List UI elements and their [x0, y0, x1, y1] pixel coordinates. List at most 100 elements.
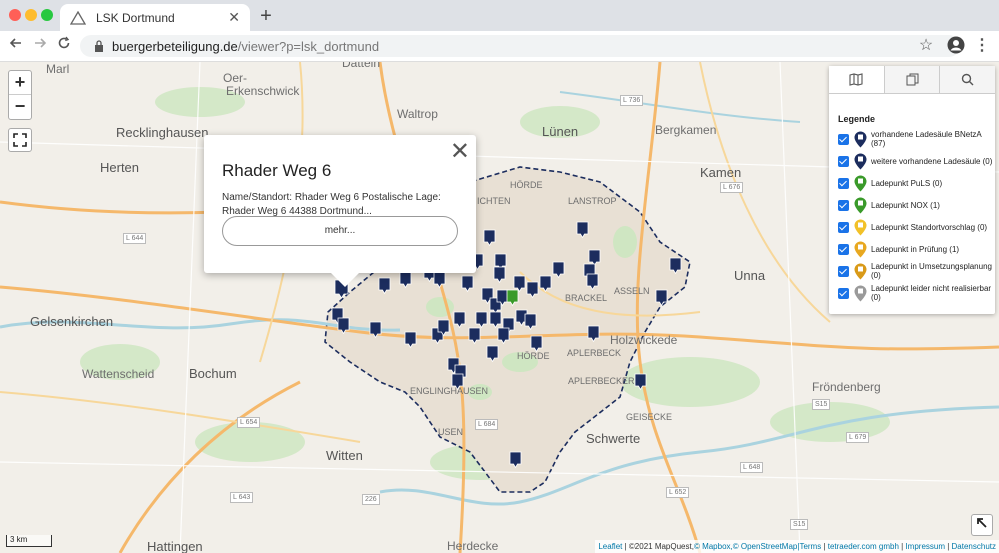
- popup-title: Rhader Weg 6: [222, 161, 332, 180]
- place-englinghausen: ENGLINGHAUSEN: [410, 386, 489, 396]
- marker-popup: ✕ Rhader Weg 6 Name/Standort: Rhader Weg…: [204, 135, 476, 287]
- place-kamen: Kamen: [700, 165, 742, 180]
- fullscreen-icon: [13, 133, 27, 147]
- tab-bar: LSK Dortmund ✕ +: [0, 0, 999, 31]
- place-wattenscheid: Wattenscheid: [82, 367, 155, 381]
- map-canvas[interactable]: Marl Datteln Oer- Erkenschwick Waltrop R…: [0, 62, 999, 553]
- legend-item[interactable]: Ladepunkt Standortvorschlag (0): [838, 218, 995, 236]
- browser-menu-icon[interactable]: ⋮: [972, 36, 992, 56]
- back-button[interactable]: [6, 36, 26, 56]
- place-hattingen: Hattingen: [147, 539, 203, 553]
- place-herdecke: Herdecke: [447, 539, 499, 553]
- legend-item[interactable]: vorhandene Ladesäule BNetzA (87): [838, 130, 995, 148]
- place-unna: Unna: [734, 268, 766, 283]
- charging-pin-icon: [854, 131, 867, 147]
- place-aplerbecker: APLERBECKER: [568, 376, 635, 386]
- place-aplerbeck: APLERBECK: [567, 348, 622, 358]
- popup-close-icon[interactable]: ✕: [450, 137, 470, 166]
- forward-button[interactable]: [30, 36, 50, 56]
- datenschutz-link[interactable]: Datenschutz: [952, 542, 996, 551]
- attribution-copy: | ©2021 MapQuest,: [622, 542, 694, 551]
- forward-arrow-icon: [35, 38, 47, 48]
- map-icon: [849, 73, 863, 86]
- place-gelsenkirchen: Gelsenkirchen: [30, 314, 114, 329]
- minimize-window-button[interactable]: [25, 9, 37, 21]
- road-label: L 676: [720, 182, 744, 193]
- place-schwerte: Schwerte: [586, 431, 641, 446]
- zoom-control: + −: [8, 70, 32, 120]
- legend-checkbox[interactable]: [838, 287, 849, 299]
- profile-avatar-icon[interactable]: [946, 36, 966, 56]
- tetraeder-link[interactable]: tetraeder.com gmbh: [828, 542, 899, 551]
- zoom-in-button[interactable]: +: [9, 71, 31, 95]
- url-field[interactable]: buergerbeteiligung.de/viewer?p=lsk_dortm…: [80, 35, 960, 57]
- road-label: L 643: [230, 492, 254, 503]
- legend-label: Ladepunkt PuLS (0): [871, 178, 943, 188]
- tab-search[interactable]: [940, 66, 996, 93]
- legend-item[interactable]: Ladepunkt PuLS (0): [838, 174, 995, 192]
- mapbox-link[interactable]: © Mapbox,: [694, 542, 733, 551]
- tab-layers[interactable]: [884, 66, 941, 93]
- legend-label: Ladepunkt Standortvorschlag (0): [871, 222, 988, 232]
- browser-tab[interactable]: LSK Dortmund ✕: [60, 4, 250, 31]
- legend-item[interactable]: Ladepunkt NOX (1): [838, 196, 995, 214]
- osm-link[interactable]: © OpenStreetMap: [733, 542, 798, 551]
- legend-item[interactable]: weitere vorhandene Ladesäule (0): [838, 152, 995, 170]
- place-marl: Marl: [46, 62, 70, 76]
- place-lichten: ICHTEN: [477, 196, 511, 206]
- legend-checkbox[interactable]: [838, 133, 849, 145]
- legend-checkbox[interactable]: [838, 265, 849, 277]
- legend-checkbox[interactable]: [838, 155, 849, 167]
- impressum-link[interactable]: Impressum: [905, 542, 945, 551]
- place-bochum: Bochum: [189, 366, 237, 381]
- road-label: L 684: [475, 419, 499, 430]
- charging-pin-icon: [854, 241, 867, 257]
- fullscreen-button[interactable]: [8, 128, 32, 152]
- road-label: S15: [790, 519, 809, 530]
- legend-label: Ladepunkt leider nicht realisierbar (0): [871, 284, 992, 302]
- url-host: buergerbeteiligung.de: [112, 38, 238, 54]
- address-bar: buergerbeteiligung.de/viewer?p=lsk_dortm…: [0, 31, 999, 62]
- tab-legend[interactable]: [829, 66, 885, 93]
- browser-chrome: LSK Dortmund ✕ + buergerbeteiligung.de/v…: [0, 0, 999, 62]
- zoom-out-button[interactable]: −: [9, 95, 31, 119]
- more-button[interactable]: mehr...: [222, 216, 458, 246]
- road-label: L 644: [123, 233, 147, 244]
- reload-button[interactable]: [54, 36, 74, 56]
- place-holzwickede: Holzwickede: [610, 333, 678, 347]
- charging-pin-icon: [854, 197, 867, 213]
- legend-item[interactable]: Ladepunkt leider nicht realisierbar (0): [838, 284, 995, 302]
- place-lunen: Lünen: [542, 124, 579, 139]
- leaflet-link[interactable]: Leaflet: [598, 542, 622, 551]
- terms-link[interactable]: |Terms: [797, 542, 821, 551]
- place-oer: Oer-: [223, 71, 247, 85]
- tab-title: LSK Dortmund: [96, 10, 175, 25]
- road-label: 226: [362, 494, 380, 505]
- place-recklinghausen: Recklinghausen: [116, 125, 209, 140]
- charging-pin-icon: [854, 263, 867, 279]
- close-window-button[interactable]: [9, 9, 21, 21]
- legend-checkbox[interactable]: [838, 177, 849, 189]
- search-icon: [961, 73, 974, 86]
- road-label: L 654: [237, 417, 261, 428]
- tab-close-icon[interactable]: ✕: [228, 9, 240, 26]
- collapse-panel-button[interactable]: [971, 514, 993, 536]
- legend-item[interactable]: Ladepunkt in Prüfung (1): [838, 240, 995, 258]
- bookmark-star-icon[interactable]: ☆: [916, 36, 936, 56]
- place-horde-south: HÖRDE: [517, 351, 550, 361]
- legend-checkbox[interactable]: [838, 221, 849, 233]
- place-husen: USEN: [438, 427, 464, 437]
- charging-pin-icon: [854, 153, 867, 169]
- charging-pin-icon: [854, 219, 867, 235]
- legend-checkbox[interactable]: [838, 243, 849, 255]
- place-frondenberg: Fröndenberg: [812, 380, 881, 394]
- popup-body: Name/Standort: Rhader Weg 6 Postalische …: [222, 192, 441, 217]
- maximize-window-button[interactable]: [41, 9, 53, 21]
- back-arrow-icon: [9, 38, 21, 48]
- new-tab-button[interactable]: +: [256, 4, 276, 28]
- legend-checkbox[interactable]: [838, 199, 849, 211]
- legend-label: Ladepunkt NOX (1): [871, 200, 940, 210]
- scale-bar: 3 km: [6, 535, 52, 547]
- legend-item[interactable]: Ladepunkt in Umsetzungsplanung (0): [838, 262, 995, 280]
- road-label: L 679: [846, 432, 870, 443]
